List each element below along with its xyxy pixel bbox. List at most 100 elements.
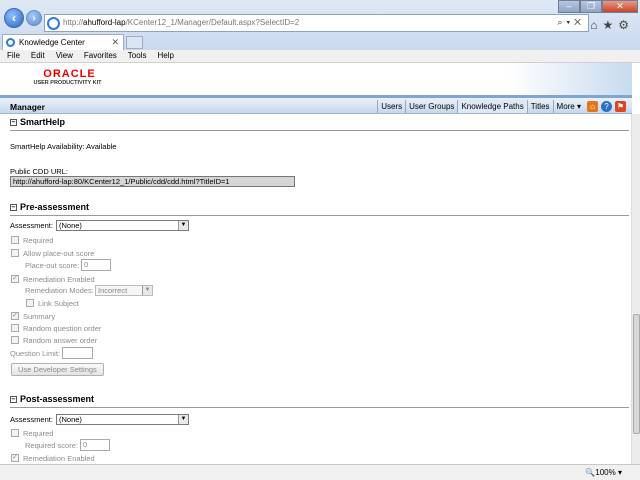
logout-icon[interactable]: ⚑ (615, 100, 626, 112)
random-question-label: Random question order (23, 324, 102, 333)
question-limit-input[interactable] (62, 347, 93, 359)
window-controls: – ❐ ✕ (558, 0, 638, 13)
address-tools-icon[interactable]: ⌕▾✕ (557, 17, 585, 28)
use-developer-settings-button[interactable]: Use Developer Settings (11, 363, 104, 376)
gear-icon[interactable]: ⚙ (618, 18, 634, 32)
random-answer-label: Random answer order (23, 336, 98, 345)
browser-chrome: ‹ › http://ahufford-lap/KCenter12_1/Mana… (0, 0, 640, 50)
post-assessment-select[interactable]: (None) ▼ (56, 414, 189, 425)
close-window-button[interactable]: ✕ (602, 0, 638, 13)
home-icon[interactable]: ⌂ (590, 18, 602, 32)
post-required-label: Required (23, 429, 54, 438)
url-path: /KCenter12_1/Manager/Default.aspx?Select… (125, 18, 300, 27)
ie-icon (47, 17, 60, 30)
nav-knowledge-paths[interactable]: Knowledge Paths (457, 99, 527, 113)
address-bar[interactable]: http://ahufford-lap/KCenter12_1/Manager/… (44, 14, 589, 32)
remediation-label: Remediation Enabled (23, 275, 95, 284)
random-answer-checkbox[interactable] (11, 336, 19, 344)
cdd-url-field[interactable]: http://ahufford-lap:80/KCenter12_1/Publi… (10, 176, 295, 187)
manager-bar: Manager Users User Groups Knowledge Path… (0, 98, 632, 114)
menu-view[interactable]: View (56, 50, 73, 62)
page-title: Manager (10, 102, 45, 112)
pre-assessment-title: Pre-assessment (20, 202, 90, 212)
menu-bar: File Edit View Favorites Tools Help (0, 50, 640, 63)
summary-checkbox[interactable]: ✓ (11, 312, 19, 320)
status-bar: 🔍100% ▾ (0, 464, 640, 480)
scrollbar-thumb[interactable] (633, 314, 640, 434)
divider (10, 130, 629, 131)
remediation-modes-select[interactable]: Incorrect ▼ (95, 285, 153, 296)
cdd-url-label: Public CDD URL: (10, 167, 68, 176)
pre-assessment-header[interactable]: – Pre-assessment (10, 202, 89, 212)
home-icon[interactable]: ⌂ (587, 100, 598, 112)
tab-ie-icon (6, 38, 15, 47)
post-assessment-label: Assessment: (10, 415, 53, 424)
link-subject-label: Link Subject (38, 299, 79, 308)
required-label: Required (23, 236, 54, 245)
collapse-icon[interactable]: – (10, 204, 17, 211)
nav-titles[interactable]: Titles (526, 99, 553, 113)
zoom-icon: 🔍 (585, 468, 596, 477)
menu-tools[interactable]: Tools (128, 50, 147, 62)
zoom-level[interactable]: 🔍100% ▾ (585, 468, 622, 477)
nav-user-groups[interactable]: User Groups (405, 99, 457, 113)
smarthelp-availability: SmartHelp Availability: Available (10, 142, 117, 151)
post-required-checkbox[interactable] (11, 429, 19, 437)
menu-favorites[interactable]: Favorites (84, 50, 117, 62)
logo-product: USER PRODUCTIVITY KIT (33, 80, 102, 86)
new-tab-button[interactable] (126, 36, 143, 49)
remediation-checkbox[interactable]: ✓ (11, 275, 19, 283)
placeout-score-input[interactable]: 0 (81, 259, 111, 271)
collapse-icon[interactable]: – (10, 119, 17, 126)
tab-close-icon[interactable]: ✕ (111, 37, 119, 48)
back-button[interactable]: ‹ (4, 8, 24, 28)
summary-label: Summary (23, 312, 56, 321)
url-prefix: http:// (63, 18, 84, 27)
vertical-scrollbar[interactable] (631, 114, 640, 464)
address-url: http://ahufford-lap/KCenter12_1/Manager/… (63, 18, 299, 27)
required-score-label: Required score: (25, 441, 78, 450)
pre-assessment-label: Assessment: (10, 221, 53, 230)
divider (10, 215, 629, 216)
help-icon[interactable]: ? (601, 100, 612, 112)
browser-tab[interactable]: Knowledge Center ✕ (2, 34, 124, 50)
chevron-down-icon: ▼ (178, 415, 188, 424)
link-subject-checkbox[interactable] (26, 299, 34, 307)
question-limit-label: Question Limit: (10, 349, 61, 358)
smarthelp-title: SmartHelp (20, 117, 66, 127)
placeout-score-label: Place-out score: (25, 261, 80, 270)
remediation-modes-value: Incorrect (98, 286, 128, 295)
favorites-icon[interactable]: ★ (602, 18, 618, 32)
pre-assessment-select[interactable]: (None) ▼ (56, 220, 189, 231)
minimize-button[interactable]: – (558, 0, 580, 13)
menu-help[interactable]: Help (157, 50, 173, 62)
header-gradient (508, 63, 632, 97)
post-assessment-header[interactable]: – Post-assessment (10, 394, 94, 404)
manager-nav: Users User Groups Knowledge Paths Titles… (377, 99, 626, 113)
post-remediation-label: Remediation Enabled (23, 454, 95, 463)
nav-more[interactable]: More ▾ (552, 99, 584, 113)
allow-placeout-checkbox[interactable] (11, 249, 19, 257)
smarthelp-header[interactable]: – SmartHelp (10, 117, 65, 127)
restore-button[interactable]: ❐ (580, 0, 602, 13)
logo-brand: ORACLE (43, 68, 96, 80)
divider (10, 407, 629, 408)
forward-button[interactable]: › (26, 10, 42, 26)
collapse-icon[interactable]: – (10, 396, 17, 403)
chevron-down-icon: ▼ (178, 221, 188, 230)
nav-users[interactable]: Users (377, 99, 405, 113)
post-remediation-checkbox[interactable]: ✓ (11, 454, 19, 462)
settings-panel: – SmartHelp SmartHelp Availability: Avail… (0, 114, 632, 464)
required-checkbox[interactable] (11, 236, 19, 244)
post-assessment-title: Post-assessment (20, 394, 95, 404)
menu-file[interactable]: File (7, 50, 20, 62)
post-assessment-value: (None) (59, 415, 82, 424)
tab-title: Knowledge Center (19, 38, 85, 47)
pre-assessment-value: (None) (59, 221, 82, 230)
zoom-value: 100% (595, 468, 616, 477)
allow-placeout-label: Allow place-out score (23, 249, 95, 258)
menu-edit[interactable]: Edit (31, 50, 45, 62)
browser-tools: ⌂★⚙ (590, 18, 634, 32)
random-question-checkbox[interactable] (11, 324, 19, 332)
required-score-input[interactable]: 0 (80, 439, 110, 451)
